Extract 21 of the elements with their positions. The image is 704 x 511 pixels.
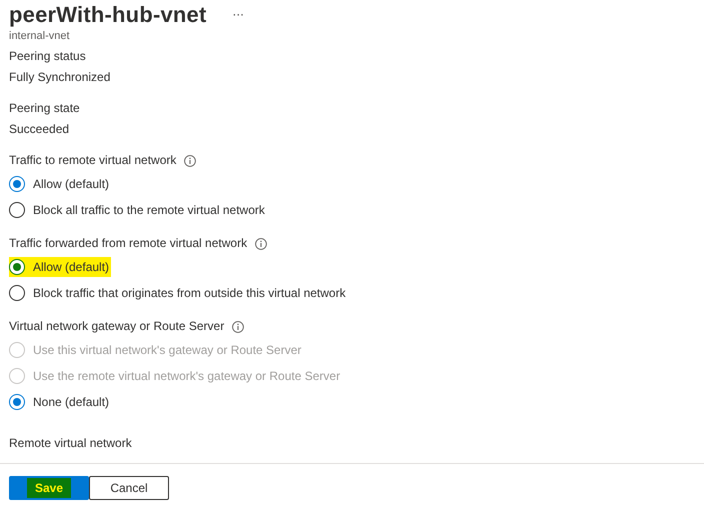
- info-icon[interactable]: [232, 320, 244, 332]
- cancel-button[interactable]: Cancel: [89, 476, 169, 500]
- save-button[interactable]: Save: [9, 476, 89, 500]
- radio-option[interactable]: Block all traffic to the remote virtual network: [9, 200, 267, 220]
- section-heading: Remote virtual network: [9, 435, 133, 452]
- field-value: Succeeded: [9, 121, 70, 138]
- info-icon[interactable]: [184, 154, 196, 166]
- radio-option[interactable]: Allow (default): [9, 257, 112, 277]
- radio-option[interactable]: Block traffic that originates from outside this virtual network: [9, 283, 348, 303]
- group-label: Traffic forwarded from remote virtual network: [9, 235, 248, 252]
- field-value: Fully Synchronized: [9, 69, 112, 86]
- radio-option[interactable]: None (default): [9, 392, 112, 412]
- more-options-button[interactable]: ···: [232, 8, 244, 22]
- field-label: Peering status: [9, 48, 87, 65]
- page-title: peerWith-hub-vnet: [9, 2, 207, 28]
- group-label: Traffic to remote virtual network: [9, 152, 176, 169]
- field-label: Peering state: [9, 100, 81, 117]
- radio-option[interactable]: Allow (default): [9, 174, 112, 194]
- group-label: Virtual network gateway or Route Server: [9, 318, 224, 335]
- info-icon[interactable]: [255, 238, 268, 250]
- page-subtitle: internal-vnet: [9, 30, 71, 42]
